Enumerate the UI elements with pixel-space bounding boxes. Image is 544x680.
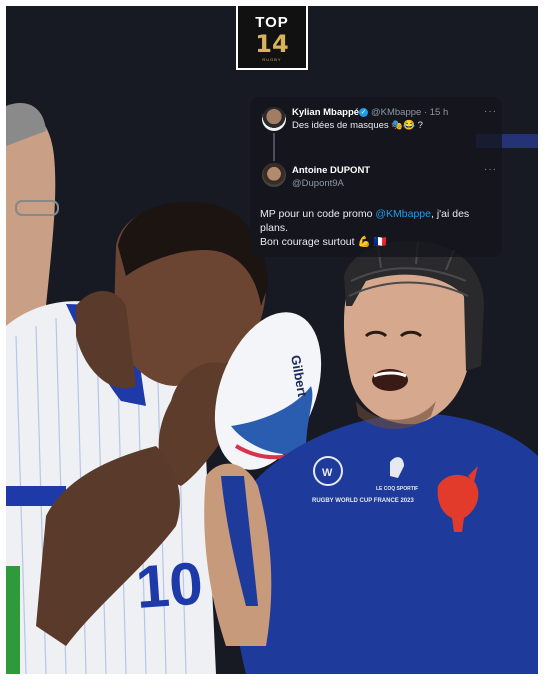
author-avatar[interactable] <box>262 107 286 131</box>
author-name[interactable]: Kylian Mbappé <box>292 107 359 118</box>
thread-line <box>273 133 275 161</box>
crest-text: LE COQ SPORTIF <box>376 486 418 492</box>
reply-text-line2: Bon courage surtout 💪 🇫🇷 <box>260 236 387 248</box>
reply-more-options-icon[interactable]: ··· <box>484 164 497 175</box>
reply-text: MP pour un code promo @KMbappe, j'ai des… <box>260 207 496 249</box>
author-handle[interactable]: @KMbappe · 15 h <box>371 107 448 118</box>
tweet-text: Des idées de masques 🎭😂 ? <box>292 120 423 131</box>
reply-author-name[interactable]: Antoine DUPONT <box>292 165 370 176</box>
logo-text-top: TOP <box>255 14 289 31</box>
top14-logo: TOP 14 RUGBY <box>236 4 308 70</box>
tweet-card[interactable]: Kylian Mbappé ✓ @KMbappe · 15 h ··· Des … <box>250 97 502 257</box>
logo-text-number: 14 <box>255 30 289 58</box>
more-options-icon[interactable]: ··· <box>484 106 497 117</box>
verified-icon: ✓ <box>359 108 368 117</box>
reply-author-avatar[interactable] <box>262 163 286 187</box>
reply-text-part: MP pour un code promo <box>260 208 376 220</box>
rwc-badge-text: RUGBY WORLD CUP FRANCE 2023 <box>312 498 414 504</box>
logo-text-small: RUGBY <box>262 57 282 62</box>
svg-text:W: W <box>322 467 333 479</box>
reply-author-handle[interactable]: @Dupont9A <box>292 178 344 189</box>
mention-link[interactable]: @KMbappe <box>375 208 431 220</box>
